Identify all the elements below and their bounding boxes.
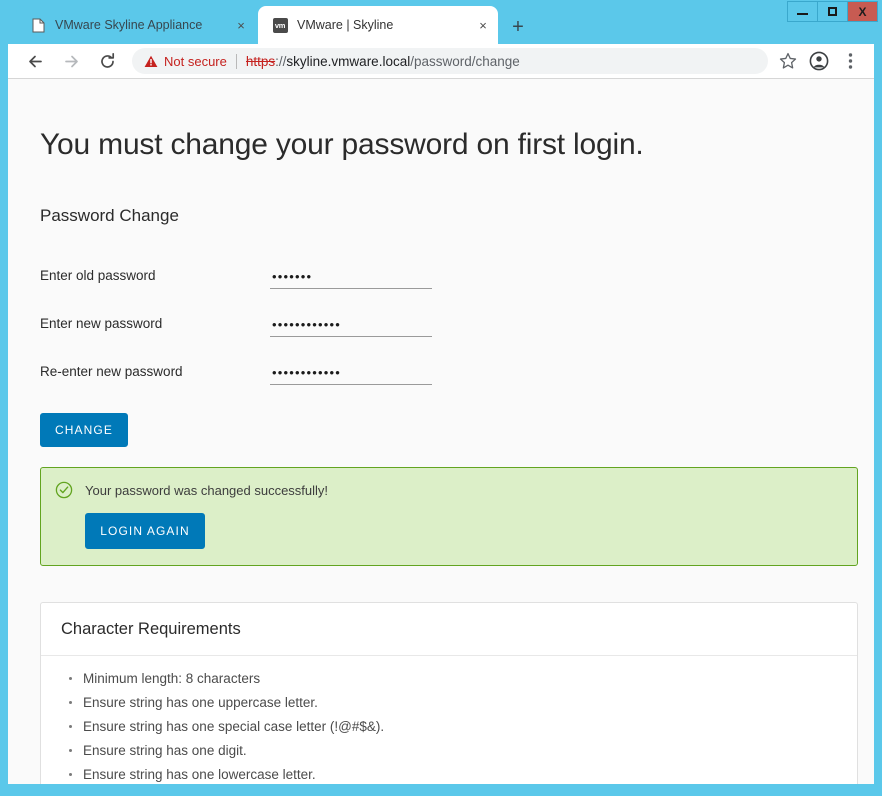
character-requirements-card: Character Requirements Minimum length: 8… xyxy=(40,602,858,784)
arrow-right-icon xyxy=(64,55,78,67)
arrow-left-icon xyxy=(28,55,42,67)
forward-button[interactable] xyxy=(56,46,86,76)
back-button[interactable] xyxy=(20,46,50,76)
check-circle-icon xyxy=(55,481,73,499)
url-scheme: https xyxy=(245,53,276,69)
star-icon[interactable] xyxy=(774,47,802,75)
list-item: Minimum length: 8 characters xyxy=(69,667,837,691)
section-title-password-change: Password Change xyxy=(40,206,179,225)
security-status[interactable]: Not secure xyxy=(144,54,227,69)
old-password-input[interactable] xyxy=(270,269,432,289)
browser-tab-vmware-skyline[interactable]: vm VMware | Skyline × xyxy=(258,6,498,44)
new-tab-button[interactable]: + xyxy=(505,14,531,40)
vm-favicon-label: vm xyxy=(272,17,288,33)
card-header: Character Requirements xyxy=(41,603,857,656)
security-status-label: Not secure xyxy=(164,53,227,69)
change-password-button[interactable]: CHANGE xyxy=(40,413,128,447)
field-old-password: Enter old password xyxy=(40,241,842,289)
browser-tab-skyline-appliance[interactable]: VMware Skyline Appliance × xyxy=(16,6,256,44)
page-viewport: You must change your password on first l… xyxy=(8,79,874,784)
reload-icon xyxy=(100,52,114,68)
page-title: You must change your password on first l… xyxy=(40,128,644,161)
warning-triangle-icon xyxy=(144,55,158,67)
login-again-button[interactable]: LOGIN AGAIN xyxy=(85,513,205,549)
browser-window: VMware Skyline Appliance × vm VMware | S… xyxy=(0,0,882,796)
field-new-password: Enter new password xyxy=(40,289,842,337)
address-bar[interactable]: Not secure https://skyline.vmware.local/… xyxy=(132,48,768,74)
url-text: https://skyline.vmware.local/password/ch… xyxy=(246,54,520,69)
page-content: You must change your password on first l… xyxy=(8,128,874,784)
list-item: Ensure string has one digit. xyxy=(69,739,837,763)
account-icon[interactable] xyxy=(805,47,833,75)
tab-close-icon[interactable]: × xyxy=(232,16,250,34)
url-host: skyline.vmware.local xyxy=(286,53,411,69)
browser-toolbar: Not secure https://skyline.vmware.local/… xyxy=(8,44,874,79)
old-password-label: Enter old password xyxy=(40,268,156,283)
success-alert-row: Your password was changed successfully! xyxy=(55,481,843,499)
window-controls: X xyxy=(787,1,878,22)
new-password-input[interactable] xyxy=(270,317,432,337)
omnibox-divider xyxy=(235,53,237,69)
success-alert: Your password was changed successfully! … xyxy=(40,467,858,566)
card-body: Minimum length: 8 characters Ensure stri… xyxy=(41,656,857,784)
list-item: Ensure string has one special case lette… xyxy=(69,715,837,739)
tab-strip: VMware Skyline Appliance × vm VMware | S… xyxy=(0,0,882,44)
success-alert-message: Your password was changed successfully! xyxy=(85,482,329,498)
url-path: /password/change xyxy=(410,53,520,69)
new-password-label: Enter new password xyxy=(40,316,163,331)
password-change-form: Enter old password Enter new password Re… xyxy=(40,241,842,447)
minimize-button[interactable] xyxy=(787,1,818,22)
maximize-icon xyxy=(828,7,837,16)
confirm-password-label: Re-enter new password xyxy=(40,364,183,379)
close-button[interactable]: X xyxy=(847,1,878,22)
list-item: Ensure string has one uppercase letter. xyxy=(69,691,837,715)
minimize-icon xyxy=(797,13,808,15)
more-vertical-icon[interactable] xyxy=(836,47,864,75)
maximize-button[interactable] xyxy=(817,1,848,22)
tab-close-icon[interactable]: × xyxy=(474,16,492,34)
confirm-password-input[interactable] xyxy=(270,365,432,385)
url-separator: :// xyxy=(275,53,287,69)
vm-icon: vm xyxy=(272,17,288,33)
document-icon xyxy=(30,17,46,33)
reload-button[interactable] xyxy=(92,46,122,76)
browser-tab-title: VMware | Skyline xyxy=(297,18,394,32)
field-confirm-password: Re-enter new password xyxy=(40,337,842,385)
list-item: Ensure string has one lowercase letter. xyxy=(69,763,837,784)
browser-tab-title: VMware Skyline Appliance xyxy=(55,18,203,32)
requirements-list: Minimum length: 8 characters Ensure stri… xyxy=(61,667,837,784)
